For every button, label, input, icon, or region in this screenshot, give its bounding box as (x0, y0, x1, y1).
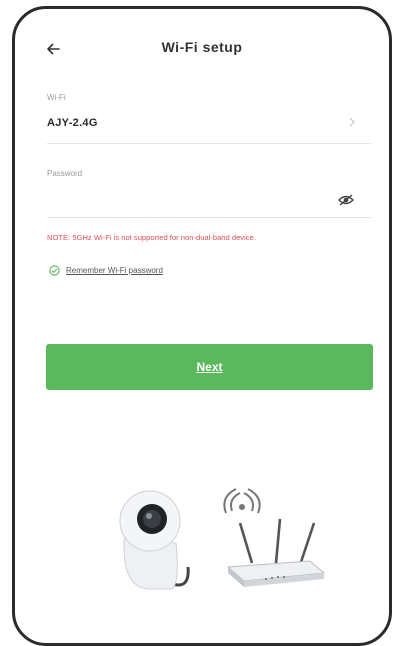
next-button[interactable]: Next (46, 344, 373, 390)
phone-frame: Wi-Fi setup Wi-Fi AJY-2.4G Password NOTE… (12, 6, 392, 646)
page-title: Wi-Fi setup (161, 39, 243, 55)
wifi-select-chevron[interactable] (342, 112, 362, 132)
arrow-left-icon (47, 43, 60, 55)
camera-router-illustration (119, 488, 326, 590)
chevron-right-icon (349, 117, 355, 127)
wifi-network-value[interactable]: AJY-2.4G (47, 117, 98, 129)
remember-password-label: Remember Wi-Fi password (66, 266, 163, 275)
header: Wi-Fi setup (15, 29, 389, 69)
wifi-field-label: Wi-Fi (47, 93, 66, 102)
password-field-label: Password (47, 169, 83, 178)
password-visibility-toggle[interactable] (335, 191, 357, 209)
eye-off-icon (338, 194, 354, 206)
back-button[interactable] (39, 35, 67, 63)
password-input[interactable] (47, 189, 327, 211)
wifi-divider (47, 143, 371, 144)
check-circle-icon (49, 265, 60, 276)
remember-password-checkbox[interactable]: Remember Wi-Fi password (49, 265, 163, 276)
password-divider (47, 217, 371, 218)
setup-illustration (110, 479, 330, 599)
warning-note: NOTE: 5GHz Wi-Fi is not supported for no… (47, 233, 256, 242)
